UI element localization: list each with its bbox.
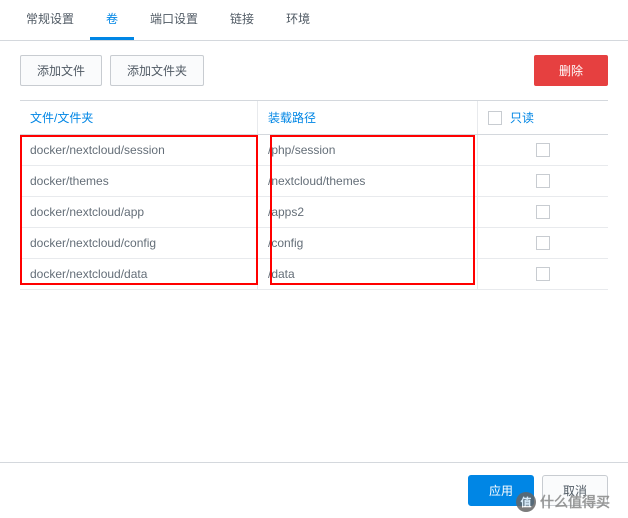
tab-links[interactable]: 链接 xyxy=(214,0,270,40)
cell-readonly xyxy=(478,166,608,196)
table-row[interactable]: docker/nextcloud/config /config xyxy=(20,228,608,259)
tab-env[interactable]: 环境 xyxy=(270,0,326,40)
col-mount[interactable]: 装载路径 xyxy=(258,101,478,134)
footer: 应用 取消 xyxy=(0,462,628,518)
cell-readonly xyxy=(478,197,608,227)
cell-mount: /data xyxy=(258,259,478,289)
cell-mount: /config xyxy=(258,228,478,258)
cell-file: docker/nextcloud/config xyxy=(20,228,258,258)
table-row[interactable]: docker/nextcloud/session /php/session xyxy=(20,135,608,166)
apply-button[interactable]: 应用 xyxy=(468,475,534,506)
cell-mount: /nextcloud/themes xyxy=(258,166,478,196)
toolbar: 添加文件 添加文件夹 删除 xyxy=(0,41,628,100)
tab-ports[interactable]: 端口设置 xyxy=(134,0,214,40)
table-row[interactable]: docker/themes /nextcloud/themes xyxy=(20,166,608,197)
table-header: 文件/文件夹 装载路径 只读 xyxy=(20,100,608,135)
tab-general[interactable]: 常规设置 xyxy=(10,0,90,40)
tab-volumes[interactable]: 卷 xyxy=(90,0,134,40)
readonly-checkbox[interactable] xyxy=(536,174,550,188)
cell-readonly xyxy=(478,259,608,289)
delete-button[interactable]: 删除 xyxy=(534,55,608,86)
col-file[interactable]: 文件/文件夹 xyxy=(20,101,258,134)
readonly-checkbox[interactable] xyxy=(536,205,550,219)
cell-readonly xyxy=(478,228,608,258)
cell-file: docker/nextcloud/session xyxy=(20,135,258,165)
volumes-table: 文件/文件夹 装载路径 只读 docker/nextcloud/session … xyxy=(0,100,628,290)
col-readonly: 只读 xyxy=(478,101,608,134)
table-row[interactable]: docker/nextcloud/data /data xyxy=(20,259,608,290)
cell-mount: /apps2 xyxy=(258,197,478,227)
cell-mount: /php/session xyxy=(258,135,478,165)
add-folder-button[interactable]: 添加文件夹 xyxy=(110,55,204,86)
readonly-checkbox[interactable] xyxy=(536,143,550,157)
add-file-button[interactable]: 添加文件 xyxy=(20,55,102,86)
readonly-all-checkbox[interactable] xyxy=(488,111,502,125)
cell-file: docker/themes xyxy=(20,166,258,196)
cancel-button[interactable]: 取消 xyxy=(542,475,608,506)
readonly-checkbox[interactable] xyxy=(536,236,550,250)
tabs-bar: 常规设置 卷 端口设置 链接 环境 xyxy=(0,0,628,41)
readonly-checkbox[interactable] xyxy=(536,267,550,281)
table-row[interactable]: docker/nextcloud/app /apps2 xyxy=(20,197,608,228)
cell-file: docker/nextcloud/data xyxy=(20,259,258,289)
cell-readonly xyxy=(478,135,608,165)
cell-file: docker/nextcloud/app xyxy=(20,197,258,227)
col-readonly-label: 只读 xyxy=(510,109,534,126)
table-body: docker/nextcloud/session /php/session do… xyxy=(20,135,608,290)
